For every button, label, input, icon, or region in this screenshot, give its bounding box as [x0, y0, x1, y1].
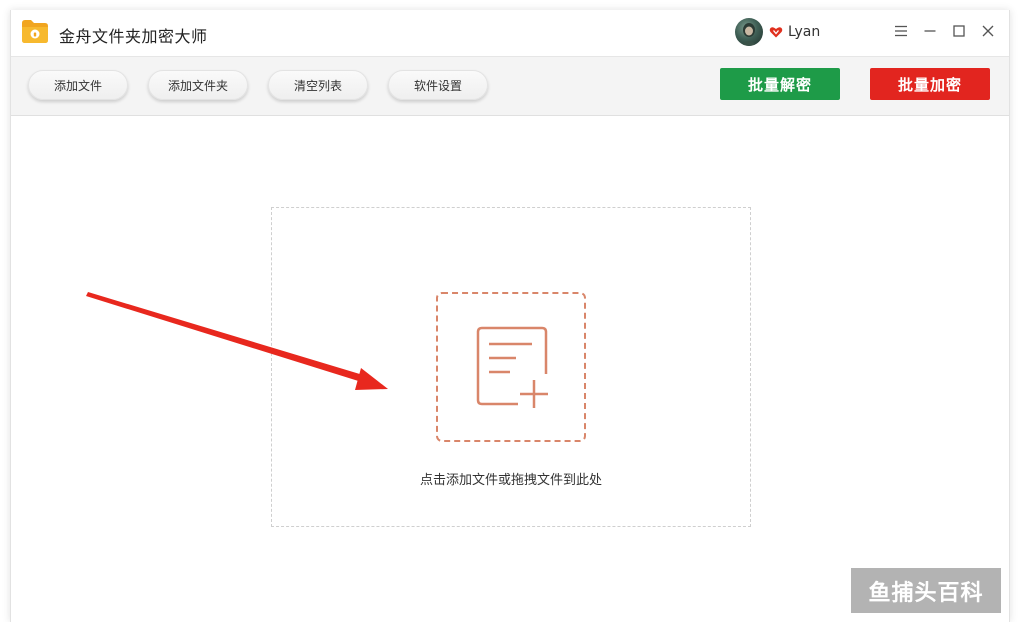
- add-folder-button[interactable]: 添加文件夹: [148, 70, 248, 100]
- toolbar: 添加文件 添加文件夹 清空列表 软件设置 批量解密 批量加密: [11, 56, 1009, 116]
- close-button[interactable]: [977, 20, 999, 42]
- batch-decrypt-button[interactable]: 批量解密: [720, 68, 840, 100]
- drop-hint-text: 点击添加文件或拖拽文件到此处: [419, 473, 602, 488]
- watermark: 鱼捕头百科: [851, 568, 1001, 613]
- menu-icon: [895, 25, 907, 37]
- maximize-icon: [953, 25, 965, 37]
- add-file-icon: [476, 326, 548, 408]
- minimize-button[interactable]: [919, 20, 941, 42]
- maximize-button[interactable]: [948, 20, 970, 42]
- folder-lock-logo-icon: [22, 20, 48, 43]
- settings-button[interactable]: 软件设置: [388, 70, 488, 100]
- add-file-area[interactable]: [436, 292, 586, 442]
- minimize-icon: [924, 30, 936, 32]
- menu-button[interactable]: [890, 20, 912, 42]
- user-avatar[interactable]: [735, 18, 763, 46]
- title-bar: 金舟文件夹加密大师 Lyan: [11, 10, 1009, 56]
- close-icon: [982, 25, 994, 37]
- clear-list-button[interactable]: 清空列表: [268, 70, 368, 100]
- batch-encrypt-button[interactable]: 批量加密: [870, 68, 990, 100]
- app-title: 金舟文件夹加密大师: [59, 27, 208, 46]
- annotation-arrow-icon: [86, 292, 388, 390]
- vip-heart-icon: [769, 27, 783, 38]
- add-file-button[interactable]: 添加文件: [28, 70, 128, 100]
- username-label[interactable]: Lyan: [788, 24, 820, 40]
